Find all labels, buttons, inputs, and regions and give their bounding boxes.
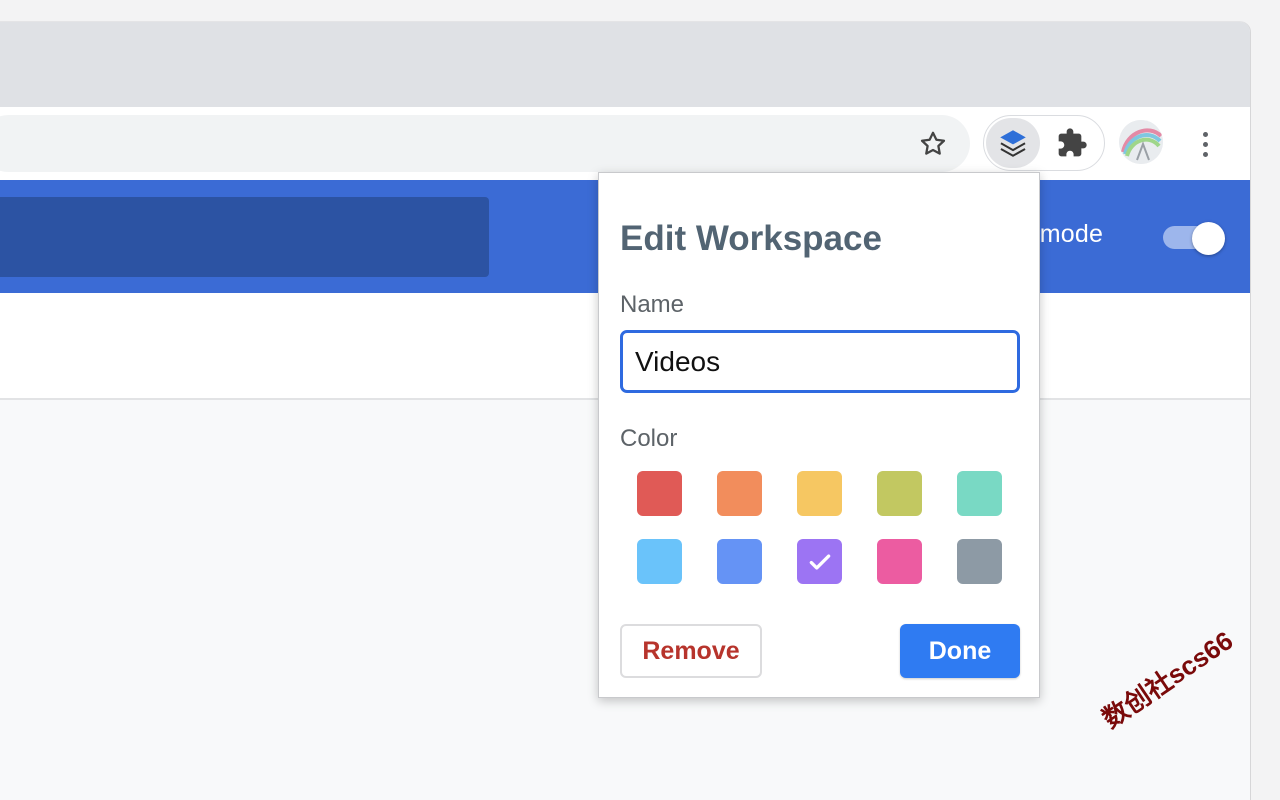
color-swatch[interactable]	[637, 539, 682, 584]
color-swatch[interactable]	[797, 539, 842, 584]
layers-icon	[996, 126, 1030, 160]
remove-button[interactable]: Remove	[620, 624, 762, 678]
bookmark-star-icon[interactable]	[914, 125, 952, 163]
header-search-field[interactable]	[0, 197, 489, 277]
mode-toggle[interactable]	[1163, 222, 1225, 255]
color-swatch[interactable]	[717, 471, 762, 516]
puzzle-icon[interactable]	[1054, 126, 1090, 160]
color-swatch-grid	[637, 471, 1007, 584]
checkmark-icon	[807, 549, 833, 575]
tab-strip	[0, 22, 1250, 107]
color-swatch[interactable]	[717, 539, 762, 584]
color-swatch[interactable]	[957, 471, 1002, 516]
address-bar[interactable]	[0, 115, 970, 172]
workspace-name-input[interactable]	[620, 330, 1020, 393]
color-label: Color	[620, 425, 678, 452]
color-swatch[interactable]	[797, 471, 842, 516]
workspace-extension-button[interactable]	[986, 118, 1040, 168]
color-swatch[interactable]	[957, 539, 1002, 584]
color-swatch[interactable]	[877, 539, 922, 584]
browser-toolbar	[0, 107, 1250, 180]
done-button[interactable]: Done	[900, 624, 1020, 678]
edit-workspace-popup: Edit Workspace Name Color Remove Done	[598, 172, 1040, 698]
color-swatch[interactable]	[637, 471, 682, 516]
profile-avatar[interactable]	[1119, 120, 1163, 164]
name-label: Name	[620, 291, 685, 318]
extensions-group	[983, 115, 1105, 171]
browser-menu-icon[interactable]	[1190, 127, 1220, 161]
color-swatch[interactable]	[877, 471, 922, 516]
popup-title: Edit Workspace	[620, 219, 882, 258]
